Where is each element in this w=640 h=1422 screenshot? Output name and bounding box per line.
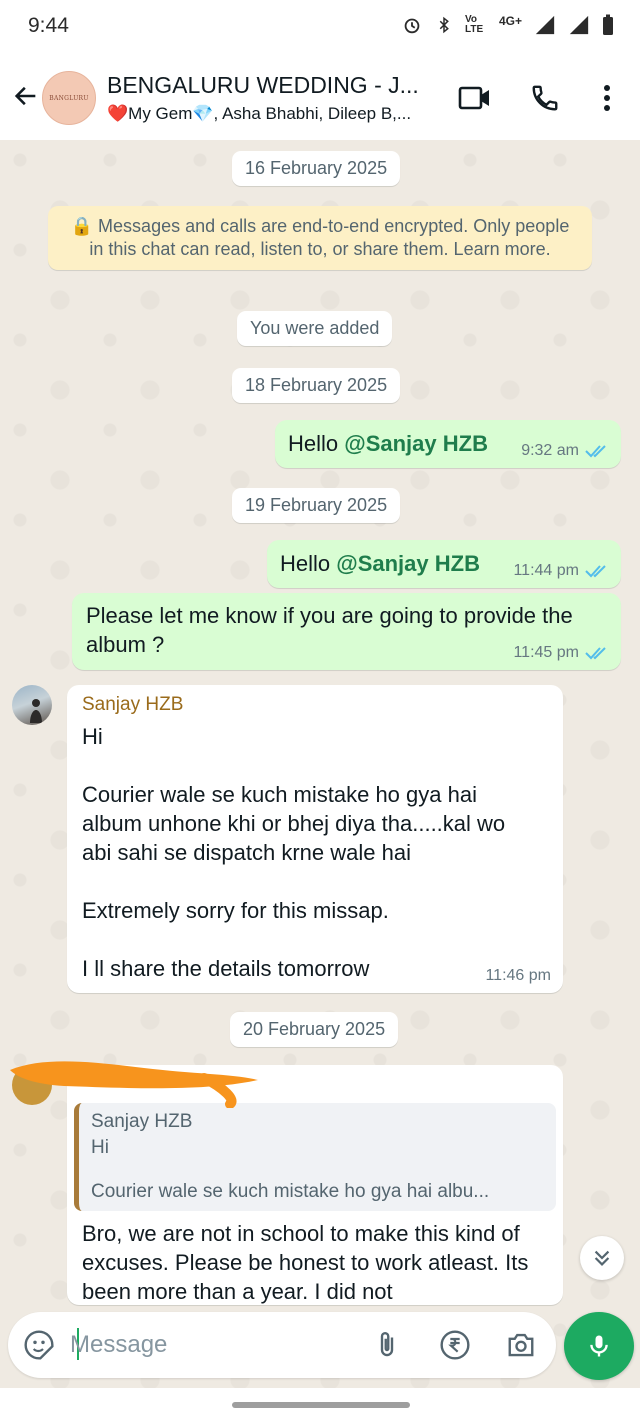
signal-icon bbox=[535, 15, 555, 35]
network-type-label: 4G+ bbox=[498, 14, 522, 28]
signal-icon-2 bbox=[569, 15, 589, 35]
quoted-message[interactable]: Sanjay HZB Hi Courier wale se kuch mista… bbox=[74, 1103, 556, 1211]
date-separator: 20 February 2025 bbox=[230, 1012, 399, 1047]
phone-icon bbox=[532, 85, 558, 111]
camera-button[interactable] bbox=[502, 1326, 540, 1364]
more-options-icon bbox=[604, 85, 610, 111]
voice-call-button[interactable] bbox=[525, 78, 565, 118]
message-line: Extremely sorry for this missap. bbox=[82, 898, 389, 923]
incoming-message[interactable]: Sanjay HZB Hi Courier wale se kuch mista… bbox=[67, 685, 563, 993]
message-meta: 9:32 am bbox=[521, 442, 609, 460]
chat-header: BANGLURU BENGALURU WEDDING - J... ❤️My G… bbox=[0, 56, 640, 140]
system-nav-bar bbox=[0, 1388, 640, 1422]
chat-title[interactable]: BENGALURU WEDDING - J... bbox=[107, 72, 447, 99]
message-time: 9:32 am bbox=[521, 442, 579, 459]
message-line: I ll share the details tomorrow bbox=[82, 956, 370, 981]
message-text: Hello @Sanjay HZB bbox=[280, 549, 480, 578]
message-composer bbox=[8, 1312, 556, 1378]
group-avatar-text: BANGLURU bbox=[49, 94, 89, 102]
quoted-text: Hi bbox=[91, 1137, 109, 1158]
message-time: 11:46 pm bbox=[485, 967, 551, 984]
message-time: 11:44 pm bbox=[513, 562, 579, 579]
message-line: Courier wale se kuch mistake ho gya hai … bbox=[82, 782, 506, 865]
message-meta: 11:46 pm bbox=[485, 967, 551, 985]
outgoing-message[interactable]: Please let me know if you are going to p… bbox=[72, 593, 621, 670]
volte-label: Vo LTE bbox=[464, 14, 484, 35]
person-silhouette-icon bbox=[30, 699, 42, 723]
attach-button[interactable] bbox=[368, 1326, 406, 1364]
back-arrow-icon bbox=[14, 86, 36, 106]
system-message: You were added bbox=[237, 311, 393, 346]
home-indicator[interactable] bbox=[232, 1402, 410, 1408]
bluetooth-icon bbox=[439, 16, 449, 34]
mention-link[interactable]: @Sanjay HZB bbox=[336, 551, 480, 576]
date-separator: 19 February 2025 bbox=[232, 488, 401, 523]
group-avatar[interactable]: BANGLURU bbox=[42, 71, 96, 125]
message-input[interactable] bbox=[70, 1324, 350, 1366]
camera-icon bbox=[508, 1333, 534, 1357]
date-separator: 16 February 2025 bbox=[232, 151, 401, 186]
alarm-icon bbox=[404, 18, 420, 34]
message-line: Hi bbox=[82, 724, 103, 749]
message-text: Bro, we are not in school to make this k… bbox=[82, 1221, 529, 1304]
sender-avatar[interactable] bbox=[12, 685, 52, 725]
sender-name[interactable]: Sanjay HZB bbox=[82, 694, 548, 716]
quoted-text: Courier wale se kuch mistake ho gya hai … bbox=[91, 1181, 490, 1202]
message-text: Hello @Sanjay HZB bbox=[288, 429, 488, 458]
message-greeting: Hello bbox=[280, 551, 337, 576]
date-separator: 18 February 2025 bbox=[232, 368, 401, 403]
payment-button[interactable] bbox=[436, 1326, 474, 1364]
outgoing-message[interactable]: Hello @Sanjay HZB 9:32 am bbox=[275, 420, 621, 468]
status-icons: Vo LTE 4G+ bbox=[401, 14, 614, 36]
double-check-icon bbox=[585, 565, 606, 578]
video-call-icon bbox=[458, 86, 489, 110]
double-check-icon bbox=[585, 445, 606, 458]
mic-icon bbox=[590, 1335, 608, 1357]
chat-area[interactable]: 16 February 2025 🔒 Messages and calls ar… bbox=[0, 140, 640, 1388]
encryption-notice[interactable]: 🔒 Messages and calls are end-to-end encr… bbox=[48, 206, 592, 270]
scroll-to-bottom-button[interactable] bbox=[580, 1236, 624, 1280]
quoted-sender: Sanjay HZB bbox=[91, 1111, 193, 1132]
message-time: 11:45 pm bbox=[513, 644, 579, 661]
status-bar: 9:44 Vo LTE 4G+ bbox=[0, 0, 640, 56]
battery-icon bbox=[603, 14, 613, 35]
mention-link[interactable]: @Sanjay HZB bbox=[344, 431, 488, 456]
outgoing-message[interactable]: Hello @Sanjay HZB 11:44 pm bbox=[267, 540, 621, 588]
message-greeting: Hello bbox=[288, 431, 345, 456]
rupee-icon bbox=[440, 1330, 470, 1360]
message-meta: 11:44 pm bbox=[513, 562, 609, 580]
attach-icon bbox=[380, 1332, 394, 1357]
back-button[interactable] bbox=[8, 78, 44, 114]
chevron-double-down-icon bbox=[594, 1250, 610, 1266]
sticker-button[interactable] bbox=[20, 1326, 58, 1364]
video-call-button[interactable] bbox=[455, 78, 495, 118]
redaction-scribble bbox=[10, 1061, 258, 1108]
message-meta: 11:45 pm bbox=[513, 644, 609, 662]
voice-record-button[interactable] bbox=[564, 1312, 634, 1380]
chat-participants[interactable]: ❤️My Gem💎, Asha Bhabhi, Dileep B,... bbox=[107, 104, 447, 124]
sticker-icon bbox=[24, 1330, 54, 1360]
double-check-icon bbox=[585, 647, 606, 660]
more-options-button[interactable] bbox=[587, 78, 627, 118]
status-time: 9:44 bbox=[28, 14, 69, 37]
